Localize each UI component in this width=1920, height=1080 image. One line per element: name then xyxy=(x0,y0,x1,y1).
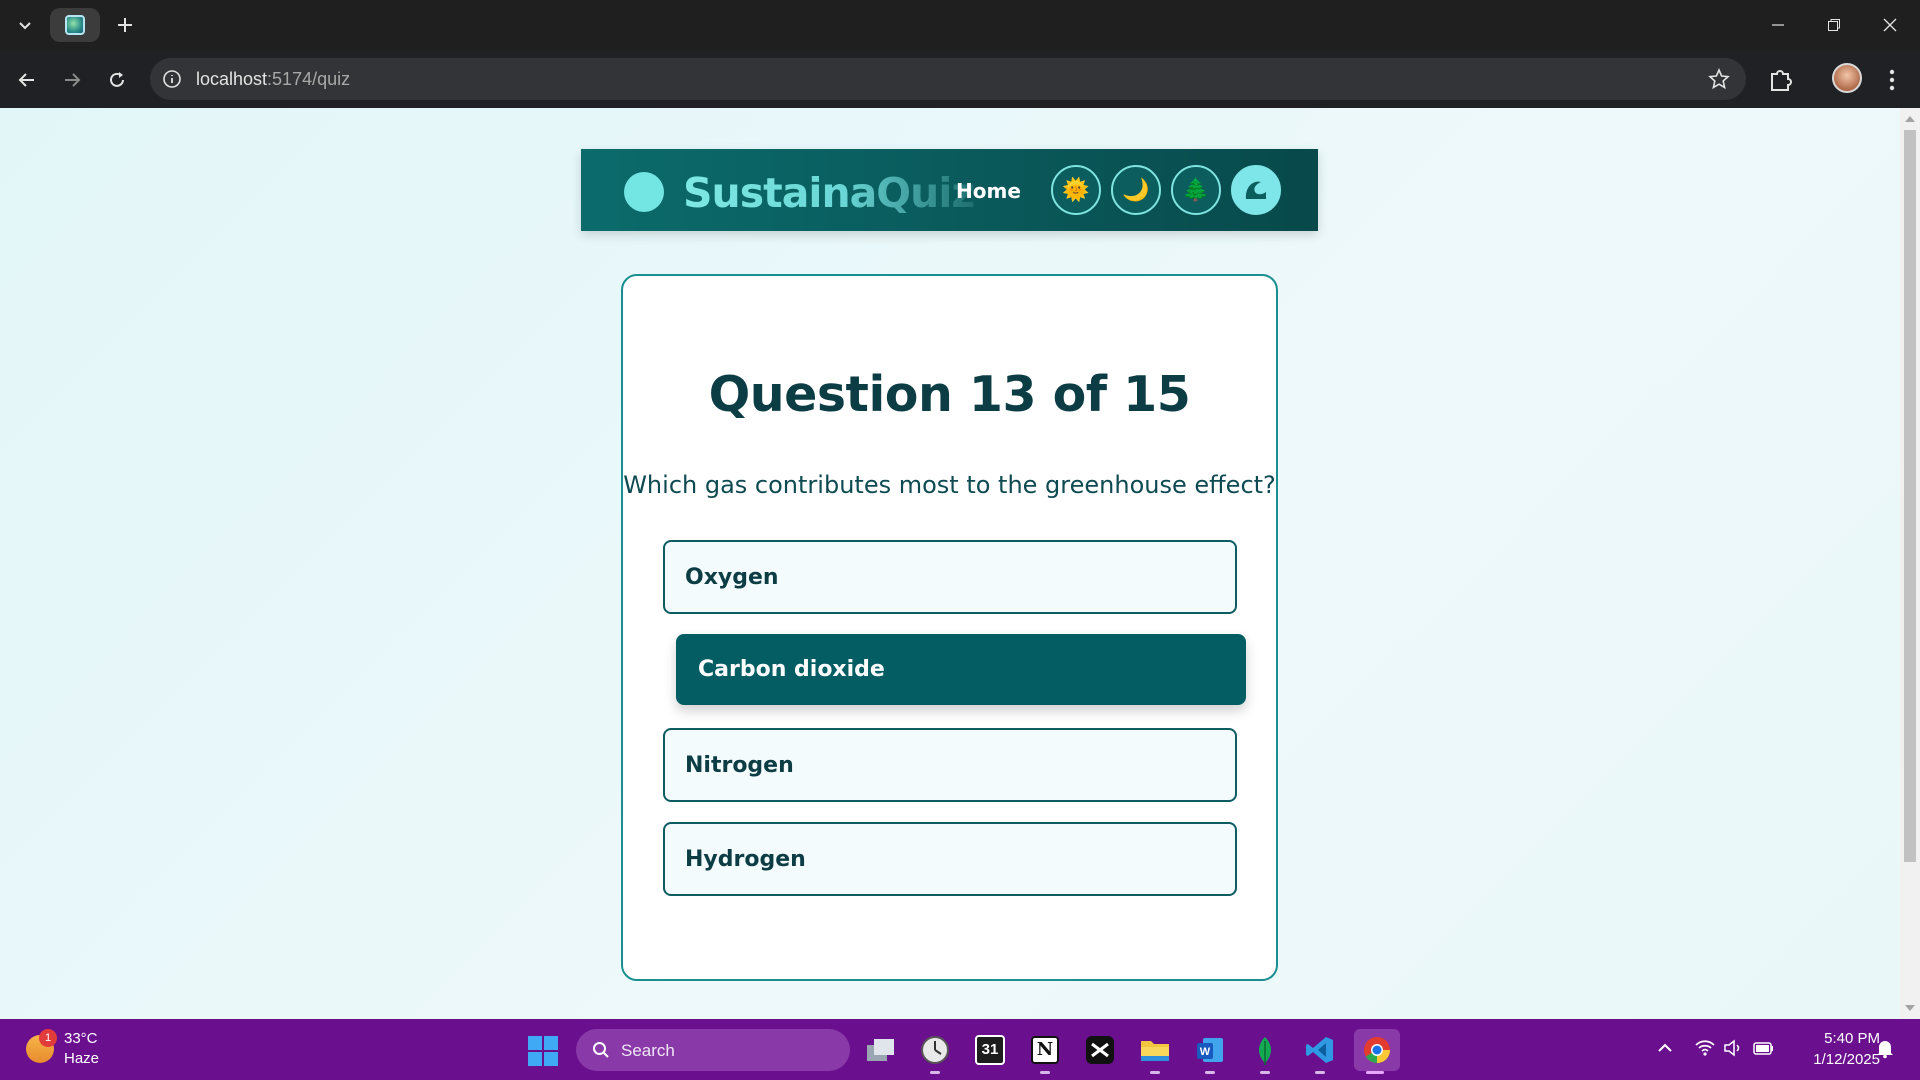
moon-icon: 🌙 xyxy=(1122,177,1150,202)
url-path: :5174/quiz xyxy=(267,69,351,89)
wifi-icon[interactable] xyxy=(1694,1037,1716,1059)
answer-option-selected[interactable]: Carbon dioxide xyxy=(676,634,1246,705)
search-icon xyxy=(593,1042,609,1058)
bookmark-star-icon[interactable] xyxy=(1708,68,1730,90)
running-indicator xyxy=(1205,1071,1215,1074)
nav-link-home[interactable]: Home xyxy=(956,179,1021,203)
clock-app-icon xyxy=(921,1036,949,1064)
url-text[interactable]: localhost:5174/quiz xyxy=(196,69,350,90)
theme-ocean-button[interactable] xyxy=(1231,165,1281,215)
browser-tab-active[interactable] xyxy=(50,8,100,42)
notification-bell-icon[interactable] xyxy=(1874,1037,1896,1059)
search-placeholder: Search xyxy=(621,1041,675,1060)
answer-option[interactable]: Oxygen xyxy=(663,540,1237,614)
tab-search-button[interactable] xyxy=(12,12,38,38)
profile-avatar[interactable] xyxy=(1832,63,1862,93)
browser-tab-strip xyxy=(0,0,1920,50)
chevron-down-icon xyxy=(19,22,31,30)
site-navbar: SustainaQuiz Home 🌞 🌙 🌲 xyxy=(581,149,1318,231)
chrome-icon xyxy=(1364,1037,1390,1064)
system-clock[interactable]: 5:40 PM 1/12/2025 xyxy=(1790,1028,1880,1070)
clock-time: 5:40 PM xyxy=(1824,1030,1880,1047)
theme-moon-button[interactable]: 🌙 xyxy=(1111,165,1161,215)
chevron-up-icon[interactable] xyxy=(1654,1037,1676,1059)
folder-icon xyxy=(1141,1041,1169,1061)
extensions-puzzle-icon[interactable] xyxy=(1765,64,1797,96)
restore-icon xyxy=(1828,19,1840,31)
notion-icon: N xyxy=(1031,1036,1059,1064)
minimize-button[interactable] xyxy=(1756,10,1800,40)
scrollbar-thumb[interactable] xyxy=(1904,130,1916,862)
reload-button[interactable] xyxy=(101,64,133,96)
page-scrollbar[interactable] xyxy=(1900,108,1920,1019)
answer-option[interactable]: Hydrogen xyxy=(663,822,1237,896)
taskbar-mongodb-app[interactable] xyxy=(1244,1029,1286,1074)
weather-condition: Haze xyxy=(64,1050,100,1067)
taskbar-clock-app[interactable] xyxy=(914,1029,956,1074)
taskbar-chrome-app[interactable] xyxy=(1354,1029,1400,1074)
windows-taskbar: 1 33°C Haze Search 31 N W 5:40 PM 1/12/2… xyxy=(0,1019,1920,1080)
wave-icon xyxy=(1245,181,1266,199)
taskbar-search[interactable]: Search xyxy=(576,1029,850,1071)
brand-name[interactable]: SustainaQuiz xyxy=(683,169,975,217)
logo-circle-icon xyxy=(624,172,664,212)
kebab-menu-icon[interactable] xyxy=(1880,64,1904,96)
running-indicator xyxy=(1366,1071,1384,1074)
task-view-icon xyxy=(867,1039,894,1061)
close-icon xyxy=(1883,18,1897,32)
calendar-day: 31 xyxy=(981,1041,999,1058)
arrow-left-icon xyxy=(18,73,34,87)
notification-badge: 1 xyxy=(39,1029,57,1047)
restore-button[interactable] xyxy=(1812,10,1856,40)
address-bar[interactable]: localhost:5174/quiz xyxy=(150,58,1746,100)
url-host: localhost xyxy=(196,69,268,89)
weather-widget[interactable]: 1 33°C Haze xyxy=(22,1029,142,1071)
answer-option[interactable]: Nitrogen xyxy=(663,728,1237,802)
battery-icon[interactable] xyxy=(1752,1037,1774,1059)
vscode-icon xyxy=(1306,1037,1333,1063)
new-tab-button[interactable] xyxy=(112,12,138,38)
reload-icon xyxy=(110,72,124,87)
clock-date: 1/12/2025 xyxy=(1813,1051,1880,1068)
plus-icon xyxy=(118,18,132,32)
minimize-icon xyxy=(1772,24,1784,26)
word-icon: W xyxy=(1197,1038,1223,1062)
site-info-icon[interactable] xyxy=(162,69,182,89)
scroll-down-arrow-icon[interactable] xyxy=(1905,1005,1915,1011)
running-indicator xyxy=(1260,1071,1270,1074)
theme-sun-button[interactable]: 🌞 xyxy=(1051,165,1101,215)
taskbar-task-view[interactable] xyxy=(859,1029,901,1071)
taskbar-capcut-app[interactable] xyxy=(1079,1029,1121,1071)
taskbar-notion-app[interactable]: N xyxy=(1024,1029,1066,1074)
sun-icon: 🌞 xyxy=(1062,177,1090,202)
forward-button[interactable] xyxy=(56,64,88,96)
arrow-right-icon xyxy=(65,73,81,87)
running-indicator xyxy=(1150,1071,1160,1074)
weather-temperature: 33°C xyxy=(64,1030,98,1047)
volume-icon[interactable] xyxy=(1722,1037,1744,1059)
running-indicator xyxy=(1315,1071,1325,1074)
question-text: Which gas contributes most to the greenh… xyxy=(623,471,1276,499)
tree-icon: 🌲 xyxy=(1182,177,1210,202)
close-window-button[interactable] xyxy=(1868,10,1912,40)
leaf-icon xyxy=(1259,1037,1271,1065)
scroll-up-arrow-icon[interactable] xyxy=(1905,116,1915,122)
running-indicator xyxy=(930,1071,940,1074)
site-favicon-icon xyxy=(65,15,85,35)
calendar-icon: 31 xyxy=(975,1035,1005,1065)
taskbar-word-app[interactable]: W xyxy=(1189,1029,1231,1074)
svg-text:W: W xyxy=(1200,1046,1211,1058)
windows-start-button[interactable] xyxy=(528,1036,558,1066)
windows-logo-icon xyxy=(528,1036,542,1050)
page-viewport: SustainaQuiz Home 🌞 🌙 🌲 Question 13 of 1… xyxy=(0,108,1900,1019)
capcut-icon xyxy=(1086,1036,1114,1064)
back-button[interactable] xyxy=(11,64,43,96)
quiz-card: Question 13 of 15 Which gas contributes … xyxy=(621,274,1278,981)
taskbar-vscode-app[interactable] xyxy=(1299,1029,1341,1074)
question-counter-title: Question 13 of 15 xyxy=(708,366,1191,423)
taskbar-file-explorer[interactable] xyxy=(1134,1029,1176,1074)
taskbar-calendar-app[interactable]: 31 xyxy=(969,1029,1011,1071)
running-indicator xyxy=(1040,1071,1050,1074)
theme-forest-button[interactable]: 🌲 xyxy=(1171,165,1221,215)
